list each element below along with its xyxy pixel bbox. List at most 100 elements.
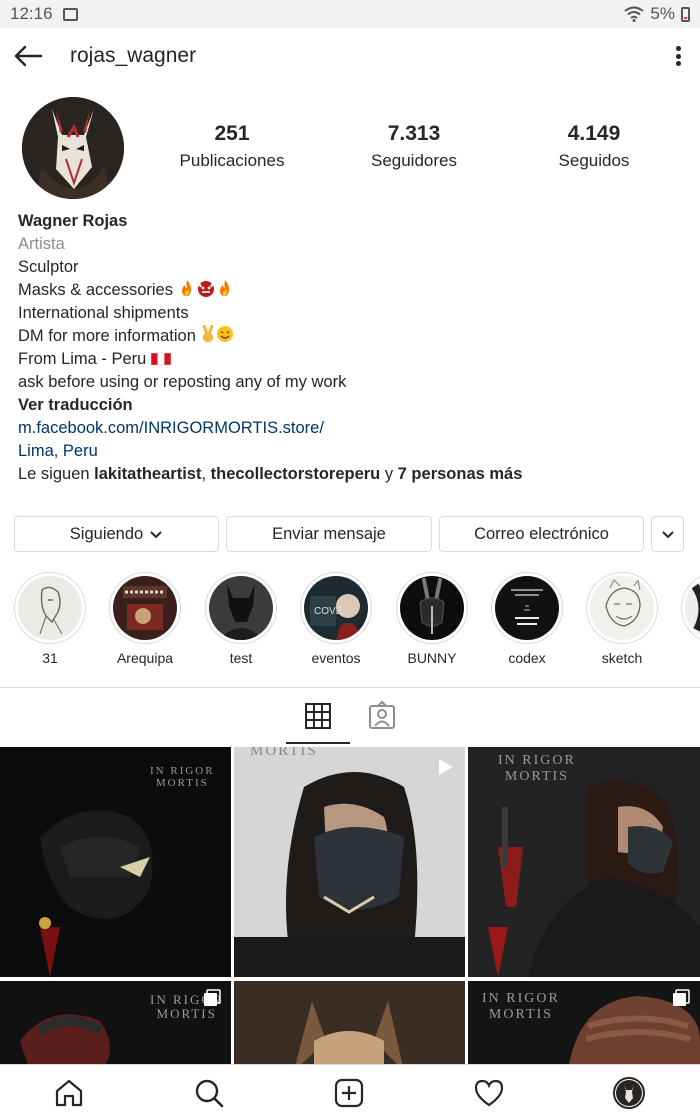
highlight-item[interactable]: codex (489, 572, 565, 666)
gallery-notification-icon (62, 7, 78, 21)
post-thumbnail[interactable]: IN RIGOR MORTIS (468, 981, 700, 1064)
svg-text:COVE: COVE (314, 606, 343, 617)
victory-hand-emoji-icon (202, 325, 214, 342)
highlight-cover-dark-mask (209, 576, 273, 640)
profile-bio: Wagner Rojas Artista Sculptor Masks & ac… (18, 210, 522, 486)
active-tab-indicator (286, 742, 350, 744)
tagged-person-icon (369, 701, 395, 729)
back-button[interactable] (0, 28, 56, 84)
status-time: 12:16 (10, 4, 53, 23)
highlight-cover-event: COVE (304, 576, 368, 640)
highlight-item[interactable] (679, 572, 700, 644)
chevron-down-icon (150, 531, 162, 539)
profile-avatar[interactable] (22, 97, 124, 199)
highlight-item[interactable]: BUNNY (394, 572, 470, 666)
bio-line: Sculptor (18, 258, 79, 276)
fire-emoji-icon (219, 280, 229, 296)
battery-percent: 5% (650, 4, 675, 23)
post-thumbnail[interactable]: IN RIGOR MORTIS (0, 747, 231, 977)
post-thumbnail[interactable]: IN RIGOR MORTIS (468, 747, 700, 977)
suggestions-dropdown-button[interactable] (651, 516, 684, 552)
highlight-item[interactable]: test (203, 572, 279, 666)
post-thumbnail[interactable]: IN RIGOR MORTIS (0, 981, 231, 1064)
posts-stat[interactable]: 251 Publicaciones (140, 122, 324, 171)
bio-line-masks: Masks & accessories (18, 279, 522, 302)
following-label: Seguidos (558, 151, 630, 170)
highlight-cover-bunny-mask (400, 576, 464, 640)
email-button[interactable]: Correo electrónico (439, 516, 644, 552)
grid-icon (305, 703, 331, 729)
posts-count: 251 (214, 122, 250, 145)
profile-header: rojas_wagner (0, 28, 700, 84)
kitsune-mask-avatar-image (22, 97, 124, 199)
followers-count: 7.313 (387, 122, 441, 145)
home-icon (55, 1079, 83, 1107)
nav-home[interactable] (39, 1065, 99, 1120)
wifi-icon (624, 6, 645, 22)
highlight-label: codex (508, 650, 546, 666)
search-icon (195, 1079, 224, 1108)
peru-flag-emoji-icon (150, 352, 171, 366)
posts-grid: IN RIGOR MORTIS MORTIS IN RIGOR MORTIS IN … (0, 747, 700, 1064)
post-thumbnail[interactable] (234, 981, 465, 1064)
followers-stat[interactable]: 7.313 Seguidores (324, 122, 504, 171)
options-menu-button[interactable] (668, 42, 688, 70)
bio-line-dm: DM for more information (18, 325, 522, 348)
bio-line: ask before using or reposting any of my … (18, 373, 347, 391)
nav-new-post[interactable] (319, 1065, 379, 1120)
bio-line-location: From Lima - Peru (18, 348, 522, 371)
highlight-cover-partial (685, 576, 700, 640)
add-post-icon (334, 1078, 364, 1108)
website-link[interactable]: m.facebook.com/INRIGORMORTIS.store/ (18, 417, 522, 440)
location-link[interactable]: Lima, Peru (18, 440, 522, 463)
carousel-icon (673, 989, 690, 1006)
profile-username: rojas_wagner (70, 44, 197, 67)
profile-tabs (0, 688, 700, 744)
translate-link[interactable]: Ver traducción (18, 394, 522, 417)
following-stat[interactable]: 4.149 Seguidos (504, 122, 684, 171)
highlight-label: Arequipa (116, 650, 174, 666)
followers-label: Seguidores (370, 151, 457, 170)
heart-icon (474, 1079, 504, 1107)
highlight-label: test (229, 650, 253, 666)
carousel-icon (204, 989, 221, 1006)
highlight-label: BUNNY (407, 650, 457, 666)
red-oni-emoji-icon (197, 281, 214, 297)
category-label: Artista (18, 235, 65, 253)
post-thumbnail-video[interactable]: MORTIS (234, 747, 465, 977)
tab-grid[interactable] (286, 688, 350, 744)
following-button[interactable]: Siguiendo (14, 516, 219, 552)
send-message-button[interactable]: Enviar mensaje (226, 516, 432, 552)
profile-actions: Siguiendo Enviar mensaje Correo electrón… (14, 516, 686, 552)
smiling-face-emoji-icon (217, 326, 234, 342)
posts-label: Publicaciones (179, 151, 285, 170)
fire-emoji-icon (181, 280, 191, 296)
highlight-label: 31 (42, 650, 58, 666)
back-arrow-icon (14, 45, 43, 67)
story-highlights: 31 Arequipa test COVE eventos BUNNY code… (0, 572, 700, 672)
highlight-cover-sketch-portrait (18, 576, 82, 640)
full-name: Wagner Rojas (18, 212, 128, 230)
profile-avatar-small (613, 1077, 645, 1109)
battery-icon (681, 6, 690, 22)
highlight-label: sketch (601, 650, 643, 666)
video-play-icon (439, 759, 453, 775)
highlight-cover-sketch (590, 576, 654, 640)
highlight-cover-poster (113, 576, 177, 640)
nav-search[interactable] (179, 1065, 239, 1120)
highlight-item[interactable]: 31 (12, 572, 88, 666)
tab-tagged[interactable] (350, 688, 414, 744)
highlight-label: eventos (311, 650, 361, 666)
status-bar: 12:16 5% (0, 0, 700, 28)
nav-profile[interactable] (599, 1065, 659, 1120)
chevron-down-icon (661, 531, 674, 539)
highlight-item[interactable]: Arequipa (107, 572, 183, 666)
bio-line: International shipments (18, 304, 189, 322)
followed-by-text[interactable]: Le siguen lakitatheartist, thecollectors… (18, 463, 522, 486)
highlight-item[interactable]: COVE eventos (298, 572, 374, 666)
highlight-cover-codex (495, 576, 559, 640)
nav-activity[interactable] (459, 1065, 519, 1120)
following-count: 4.149 (567, 122, 621, 145)
highlight-item[interactable]: sketch (584, 572, 660, 666)
bottom-navigation (0, 1064, 700, 1120)
